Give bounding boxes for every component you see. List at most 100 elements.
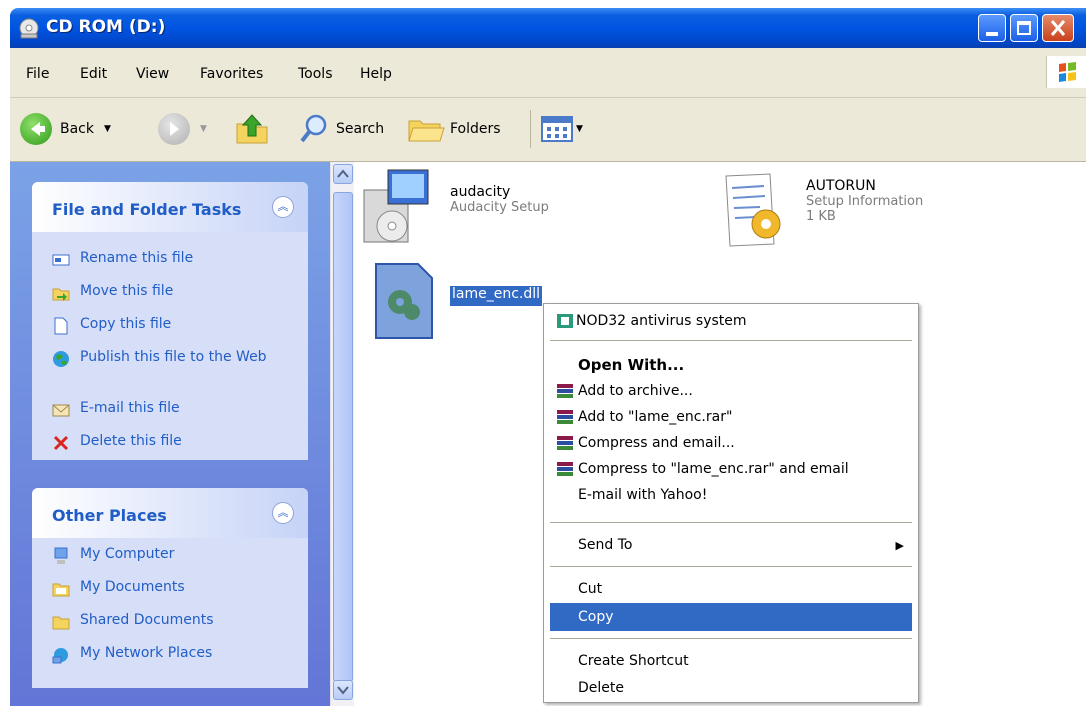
menu-send-to[interactable]: Send To ▶ <box>544 532 918 558</box>
views-dropdown-icon[interactable]: ▼ <box>576 124 583 134</box>
file-folder-tasks-box: File and Folder Tasks ︽ Rename this file… <box>32 182 308 460</box>
my-computer-icon <box>54 547 68 564</box>
minimize-button[interactable] <box>978 14 1006 42</box>
menu-file[interactable]: File <box>26 66 49 82</box>
menu-cut[interactable]: Cut <box>544 576 918 602</box>
file-autorun[interactable]: AUTORUN Setup Information 1 KB <box>720 172 923 250</box>
back-button[interactable]: Back ▼ <box>20 112 111 146</box>
file-folder-tasks-header[interactable]: File and Folder Tasks ︽ <box>32 182 308 232</box>
views-button[interactable]: ▼ <box>540 112 583 146</box>
my-documents-icon <box>52 583 70 597</box>
menu-email-yahoo[interactable]: E-mail with Yahoo! <box>544 482 918 508</box>
task-delete[interactable]: Delete this file <box>52 433 270 452</box>
copy-icon <box>54 317 68 335</box>
submenu-arrow-icon: ▶ <box>895 538 904 552</box>
search-icon <box>300 114 327 143</box>
menu-open-with[interactable]: Open With... <box>544 352 918 378</box>
search-label: Search <box>336 121 385 137</box>
close-icon <box>1050 20 1066 36</box>
toolbar-separator <box>530 110 531 148</box>
nod32-icon <box>557 314 573 328</box>
folders-icon <box>408 120 445 142</box>
forward-dropdown-icon[interactable]: ▼ <box>200 124 207 134</box>
collapse-chevron-icon[interactable]: ︽ <box>272 196 294 218</box>
menu-add-to-rar[interactable]: Add to "lame_enc.rar" <box>544 404 918 430</box>
search-button[interactable]: Search <box>300 112 384 146</box>
menu-compress-rar-email[interactable]: Compress to "lame_enc.rar" and email <box>544 456 918 482</box>
menu-create-shortcut[interactable]: Create Shortcut <box>544 648 918 674</box>
menu-delete[interactable]: Delete <box>544 675 918 701</box>
minimize-icon <box>986 32 998 36</box>
context-menu: NOD32 antivirus system Open With... Add … <box>543 303 919 703</box>
up-folder-icon <box>236 114 268 144</box>
forward-arrow-icon <box>158 113 190 145</box>
winrar-icon <box>557 436 573 450</box>
menu-separator <box>550 340 912 341</box>
menu-nod32[interactable]: NOD32 antivirus system <box>544 308 918 334</box>
maximize-button[interactable] <box>1010 14 1038 42</box>
file-name-selected: lame_enc.dll <box>452 286 541 302</box>
task-email[interactable]: E-mail this file <box>52 400 270 419</box>
folders-label: Folders <box>450 121 501 137</box>
file-lame-enc[interactable]: lame_enc.dll <box>372 262 543 342</box>
other-places-header[interactable]: Other Places ︽ <box>32 488 308 538</box>
forward-button[interactable]: ▼ <box>158 112 207 146</box>
task-rename[interactable]: Rename this file <box>52 250 270 269</box>
menu-bar: File Edit View Favorites Tools Help <box>10 48 1086 98</box>
cd-drive-icon <box>19 18 39 39</box>
dll-file-icon <box>375 263 433 339</box>
menu-edit[interactable]: Edit <box>80 66 107 82</box>
back-label: Back <box>60 121 94 137</box>
file-name: audacity <box>450 184 511 200</box>
window-title: CD ROM (D:) <box>46 17 166 37</box>
menu-separator <box>550 522 912 523</box>
place-network[interactable]: My Network Places <box>52 645 270 664</box>
menu-tools[interactable]: Tools <box>298 66 333 82</box>
collapse-chevron-icon[interactable]: ︽ <box>272 502 294 524</box>
winrar-icon <box>557 384 573 398</box>
other-places-box: Other Places ︽ My Computer My Documents … <box>32 488 308 688</box>
menu-help[interactable]: Help <box>360 66 392 82</box>
other-places-title: Other Places <box>52 506 167 525</box>
setup-information-icon <box>725 173 781 247</box>
file-folder-tasks-title: File and Folder Tasks <box>52 200 242 219</box>
place-shared-documents[interactable]: Shared Documents <box>52 612 270 631</box>
menu-separator <box>550 638 912 639</box>
windows-logo-icon <box>1046 56 1086 88</box>
rename-icon <box>52 254 70 266</box>
menu-copy[interactable]: Copy <box>550 603 912 631</box>
title-bar[interactable]: CD ROM (D:) <box>10 8 1086 48</box>
menu-add-to-archive[interactable]: Add to archive... <box>544 378 918 404</box>
network-places-icon <box>52 648 68 664</box>
place-my-computer[interactable]: My Computer <box>52 546 270 565</box>
place-my-documents[interactable]: My Documents <box>52 579 270 598</box>
menu-compress-email[interactable]: Compress and email... <box>544 430 918 456</box>
up-folder-button[interactable] <box>234 112 270 146</box>
file-description: Setup Information <box>806 194 924 209</box>
task-publish[interactable]: Publish this file to the Web <box>52 349 270 368</box>
scroll-down-icon <box>337 686 349 695</box>
file-description: Audacity Setup <box>450 200 549 215</box>
scrollbar-thumb[interactable] <box>333 192 353 682</box>
globe-icon <box>53 351 69 367</box>
task-copy[interactable]: Copy this file <box>52 316 270 335</box>
vertical-scrollbar[interactable] <box>330 162 354 706</box>
scroll-down-button[interactable] <box>333 680 353 700</box>
back-arrow-icon <box>20 113 52 145</box>
email-icon <box>52 404 70 417</box>
file-audacity[interactable]: audacity Audacity Setup <box>360 168 549 248</box>
menu-view[interactable]: View <box>136 66 169 82</box>
task-move[interactable]: Move this file <box>52 283 270 302</box>
toolbar: Back ▼ ▼ Search Folders ▼ <box>10 98 1086 162</box>
installer-icon <box>363 169 429 243</box>
menu-separator <box>550 566 912 567</box>
shared-folder-icon <box>52 616 70 630</box>
file-size: 1 KB <box>806 209 836 224</box>
folders-button[interactable]: Folders <box>406 112 501 146</box>
close-button[interactable] <box>1042 14 1074 42</box>
back-dropdown-icon[interactable]: ▼ <box>104 124 111 134</box>
scroll-up-button[interactable] <box>333 164 353 184</box>
menu-favorites[interactable]: Favorites <box>200 66 263 82</box>
task-pane: File and Folder Tasks ︽ Rename this file… <box>10 162 330 706</box>
scroll-up-icon <box>337 169 349 178</box>
